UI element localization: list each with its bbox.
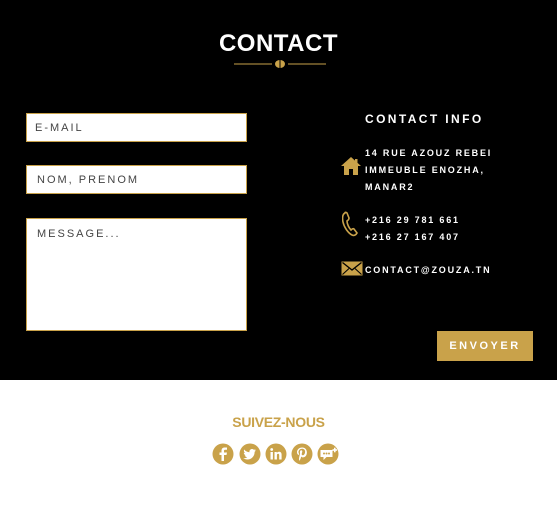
twitter-icon[interactable] (239, 443, 261, 465)
google-plus-icon[interactable] (317, 443, 339, 465)
name-field[interactable] (26, 165, 247, 194)
contact-section: CONTACT CONTACT INFO 14 RUE AZOUZ REBEI … (0, 0, 557, 380)
address-line-2: IMMEUBLE ENOZHA, (365, 165, 485, 175)
home-icon (341, 157, 361, 175)
contact-title: CONTACT (218, 30, 339, 57)
title-divider (234, 60, 326, 68)
phone-icon (342, 211, 358, 237)
email-link[interactable]: CONTACT@ZOUZA.TN (365, 265, 491, 275)
send-button[interactable]: ENVOYER (437, 331, 533, 361)
address-line-3: MANAR2 (365, 182, 415, 192)
contact-info-title: CONTACT INFO (365, 112, 484, 126)
linkedin-icon[interactable] (265, 443, 287, 465)
phone-line-1: +216 29 781 661 (365, 215, 460, 225)
pinterest-icon[interactable] (291, 443, 313, 465)
envelope-icon (341, 261, 363, 276)
message-field[interactable] (26, 218, 247, 331)
phone-line-2: +216 27 167 407 (365, 232, 460, 242)
facebook-icon[interactable] (212, 443, 234, 465)
address-line-1: 14 RUE AZOUZ REBEI (365, 148, 493, 158)
follow-us-label: SUIVEZ-NOUS (232, 414, 325, 430)
email-field[interactable] (26, 113, 247, 142)
